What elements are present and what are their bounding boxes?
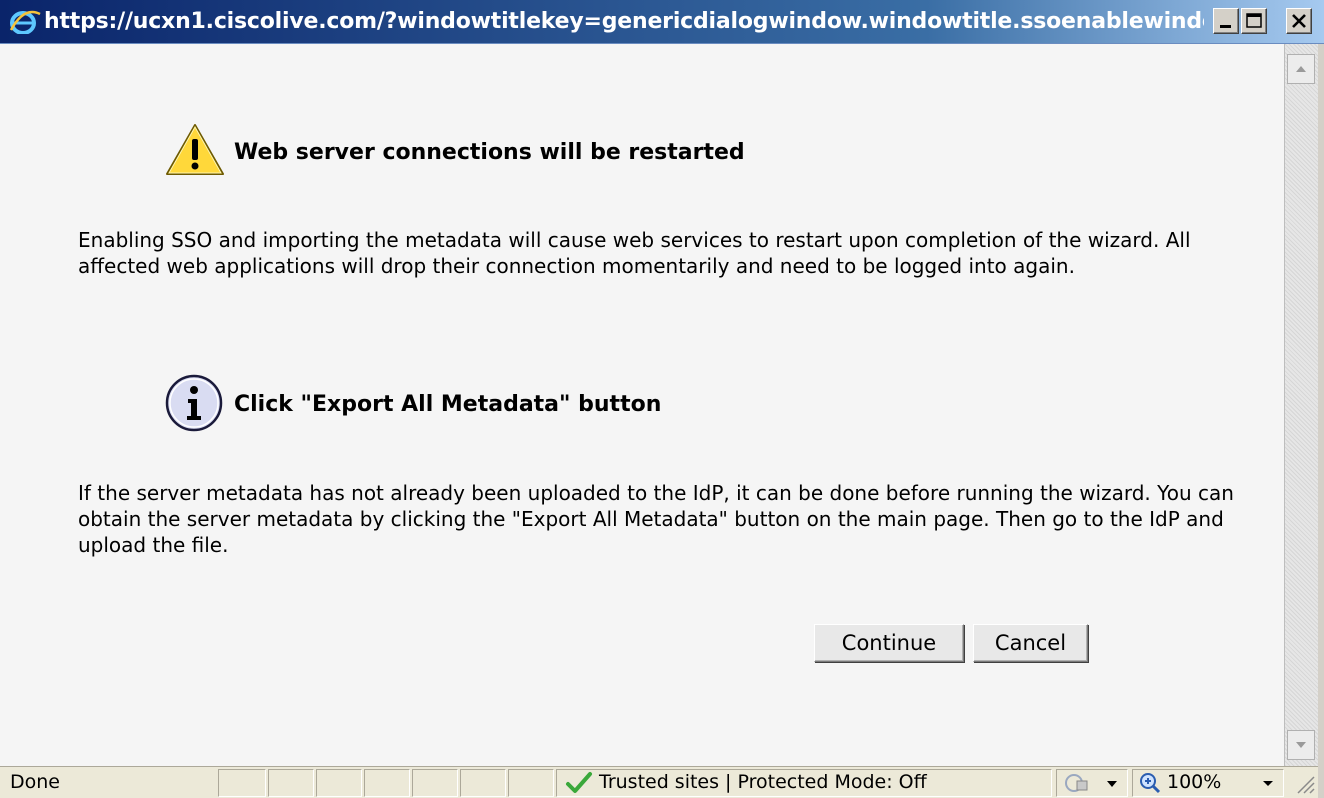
- minimize-icon: [1220, 25, 1231, 28]
- info-text: If the server metadata has not already b…: [78, 481, 1234, 557]
- resize-grip-icon[interactable]: [1294, 773, 1316, 795]
- status-text: Done: [10, 771, 60, 793]
- zoom-icon: [1140, 773, 1161, 794]
- continue-button[interactable]: Continue: [814, 624, 964, 662]
- maximize-icon: [1246, 13, 1262, 28]
- status-panel: [218, 769, 266, 797]
- status-panel: [268, 769, 314, 797]
- zoom-control[interactable]: 100%: [1132, 769, 1284, 797]
- cancel-button[interactable]: Cancel: [973, 624, 1088, 662]
- warning-icon: [164, 122, 226, 182]
- dialog-content: Web server connections will be restarted…: [8, 44, 1284, 766]
- security-zone-text: Trusted sites | Protected Mode: Off: [599, 771, 927, 793]
- scroll-up-button[interactable]: [1287, 54, 1315, 84]
- status-panel: [460, 769, 506, 797]
- checkmark-icon: [566, 772, 592, 793]
- protected-mode-panel[interactable]: [1056, 769, 1128, 797]
- security-zone-panel[interactable]: Trusted sites | Protected Mode: Off: [556, 769, 1052, 797]
- scroll-up-icon: [1296, 66, 1306, 72]
- maximize-button[interactable]: [1241, 8, 1267, 34]
- info-icon: [164, 372, 224, 438]
- status-panel: [316, 769, 362, 797]
- window-border-right: [1318, 44, 1324, 798]
- warning-text: Enabling SSO and importing the metadata …: [78, 228, 1191, 278]
- zoom-level: 100%: [1167, 771, 1222, 793]
- security-settings-icon: [1065, 774, 1117, 792]
- warning-heading: Web server connections will be restarted: [234, 140, 745, 165]
- info-heading: Click "Export All Metadata" button: [234, 392, 662, 417]
- window-title: https://ucxn1.ciscolive.com/?windowtitle…: [44, 9, 1204, 34]
- vertical-scrollbar[interactable]: [1284, 44, 1318, 766]
- status-panel: [364, 769, 410, 797]
- scroll-down-button[interactable]: [1287, 730, 1315, 760]
- status-panel: [508, 769, 554, 797]
- scroll-down-icon: [1296, 742, 1306, 748]
- minimize-button[interactable]: [1213, 8, 1239, 34]
- close-button[interactable]: [1286, 8, 1312, 34]
- window-titlebar[interactable]: https://ucxn1.ciscolive.com/?windowtitle…: [0, 0, 1324, 44]
- chevron-down-icon: [1263, 781, 1273, 786]
- internet-explorer-icon: [8, 10, 42, 35]
- status-bar: Done Trusted sites | Protected Mode: Off…: [0, 766, 1318, 798]
- status-panel: [412, 769, 458, 797]
- window-border-left: [0, 44, 8, 766]
- close-icon: [1292, 14, 1306, 28]
